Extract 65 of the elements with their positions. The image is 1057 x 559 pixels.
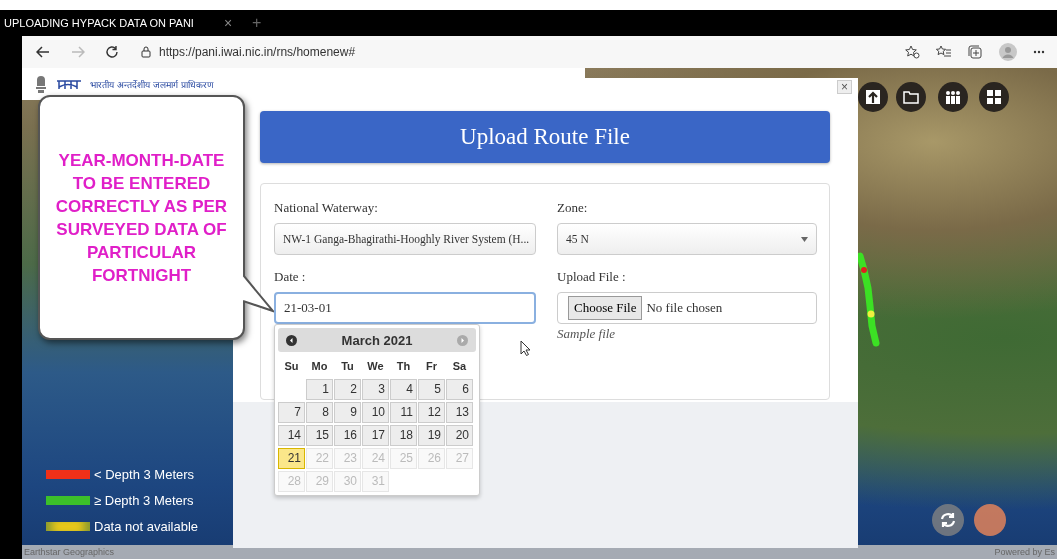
lock-icon — [141, 46, 151, 58]
file-status-text: No file chosen — [646, 300, 723, 316]
previous-month-icon[interactable] — [286, 334, 297, 346]
url-text[interactable]: https://pani.iwai.nic.in/rns/homenew# — [159, 45, 356, 59]
weekday-label: Sa — [451, 359, 468, 374]
tab-title[interactable]: UPLOADING HYPACK DATA ON PANI — [0, 17, 224, 29]
back-icon[interactable] — [36, 46, 50, 58]
close-button[interactable]: × — [837, 80, 852, 94]
calendar-day[interactable]: 3 — [362, 379, 389, 400]
modal-title: Upload Route File — [260, 111, 830, 163]
calendar-day[interactable]: 9 — [334, 402, 361, 423]
collections-icon[interactable] — [968, 44, 983, 60]
weekday-label: We — [366, 359, 385, 374]
map-attribution: Earthstar Geographics — [24, 547, 115, 557]
profile-avatar-icon[interactable] — [999, 43, 1017, 61]
calendar-day[interactable]: 2 — [334, 379, 361, 400]
legend-label: Data not available — [94, 519, 199, 534]
field-label: National Waterway: — [274, 199, 379, 217]
logo-icon — [56, 78, 82, 90]
favorites-icon[interactable] — [936, 45, 952, 59]
legend-label: ≥ Depth 3 Meters — [94, 493, 194, 508]
calendar-day[interactable]: 21 — [278, 448, 305, 469]
field-label: Upload File : — [557, 268, 627, 286]
callout-text: YEAR-MONTH-DATE TO BE ENTERED CORRECTLY AS PER SURVEYED DATA OF PARTICULAR FORTNIGHT — [54, 149, 229, 287]
calendar-day[interactable]: 10 — [362, 402, 389, 423]
calendar-day[interactable]: 17 — [362, 425, 389, 446]
dropdown-field[interactable]: 45 N — [557, 223, 817, 255]
sample-file-link[interactable]: Sample file — [557, 326, 817, 342]
calendar-day[interactable]: 8 — [306, 402, 333, 423]
calendar-day[interactable]: 12 — [418, 402, 445, 423]
mouse-cursor-icon — [520, 340, 531, 356]
weekday-label: Fr — [425, 359, 438, 374]
emblem-icon — [34, 74, 48, 94]
file-field[interactable]: Choose File No file chosen — [557, 292, 817, 324]
calendar-month-title: March 2021 — [341, 332, 413, 348]
calendar-day[interactable]: 6 — [446, 379, 473, 400]
weekday-label: Mo — [310, 359, 329, 374]
calendar-day[interactable]: 19 — [418, 425, 445, 446]
calendar-day[interactable]: 20 — [446, 425, 473, 446]
field-label: Zone: — [557, 199, 589, 217]
caret-icon — [801, 236, 808, 242]
choose-file-button[interactable]: Choose File — [568, 296, 643, 320]
favorite-add-icon[interactable] — [905, 45, 920, 59]
calendar-day[interactable]: 18 — [390, 425, 417, 446]
weekday-label: Tu — [340, 359, 355, 374]
weekday-label: Su — [283, 359, 300, 374]
calendar-day[interactable]: 13 — [446, 402, 473, 423]
legend-label: < Depth 3 Meters — [94, 467, 195, 482]
more-menu-icon[interactable] — [1033, 50, 1045, 54]
organization-name: भारतीय अन्तर्देशीय जलमार्ग प्राधिकरण — [90, 78, 214, 91]
calendar-day[interactable]: 14 — [278, 425, 305, 446]
calendar-day[interactable]: 7 — [278, 402, 305, 423]
calendar-day[interactable]: 16 — [334, 425, 361, 446]
calendar-day[interactable]: 11 — [390, 402, 417, 423]
calendar-day[interactable]: 4 — [390, 379, 417, 400]
calendar-day[interactable]: 15 — [306, 425, 333, 446]
new-tab-button[interactable]: + — [252, 14, 262, 32]
calendar-day[interactable]: 5 — [418, 379, 445, 400]
field-label: Date : — [274, 268, 307, 286]
weekday-label: Th — [395, 359, 412, 374]
calendar-day[interactable]: 1 — [306, 379, 333, 400]
dropdown-field[interactable]: NW-1 Ganga-Bhagirathi-Hooghly River System (H... — [274, 223, 536, 255]
refresh-icon[interactable] — [105, 45, 119, 59]
tab-close-button[interactable]: × — [224, 15, 252, 31]
powered-by-text: Powered by Es — [994, 547, 1055, 557]
